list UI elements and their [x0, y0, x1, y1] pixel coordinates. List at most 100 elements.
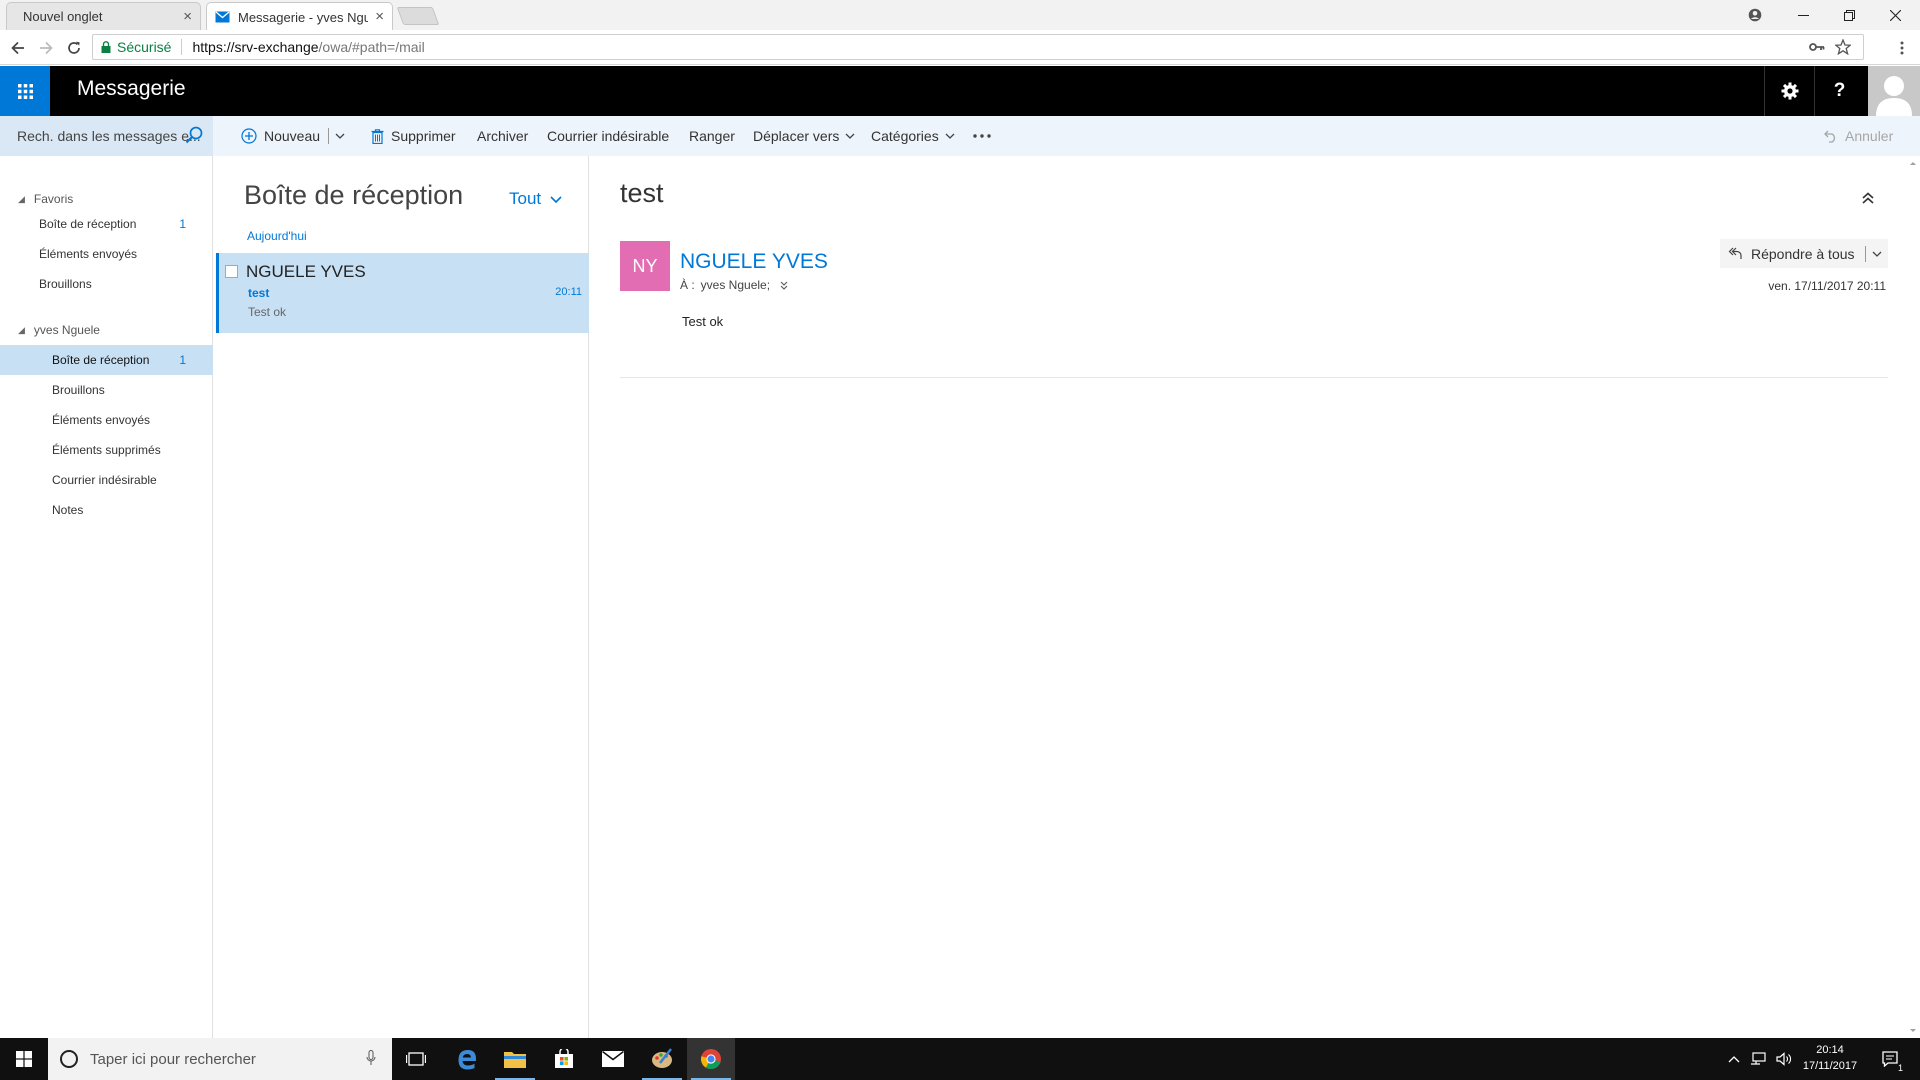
favorites-label: Favoris — [33, 192, 74, 206]
select-checkbox[interactable] — [225, 265, 238, 278]
collapse-thread-button[interactable] — [1862, 192, 1874, 204]
search-input[interactable]: Rech. dans les messages e... — [0, 116, 213, 156]
sender-name[interactable]: NGUELE YVES — [680, 250, 828, 274]
undo-label: Annuler — [1845, 128, 1894, 144]
owa-header: Messagerie ? — [0, 66, 1920, 116]
recipient-name[interactable]: yves Nguele; — [701, 278, 770, 292]
folder-sent[interactable]: Éléments envoyés — [0, 405, 213, 435]
profile-icon[interactable] — [1732, 0, 1778, 30]
bookmark-star-icon[interactable] — [1835, 39, 1851, 55]
new-message-button[interactable]: Nouveau — [241, 116, 345, 156]
filter-label: Tout — [509, 189, 542, 208]
move-to-button[interactable]: Déplacer vers — [753, 116, 855, 156]
chevron-down-icon[interactable] — [335, 133, 345, 139]
address-bar: Sécurisé https://srv-exchange/owa/#path=… — [0, 30, 1920, 65]
trash-icon — [371, 128, 384, 144]
folder-deleted[interactable]: Éléments supprimés — [0, 435, 213, 465]
chevron-down-icon — [845, 133, 855, 139]
person-icon — [1876, 76, 1912, 116]
edge-browser-icon[interactable] — [443, 1038, 491, 1080]
scrollbar[interactable] — [1906, 156, 1920, 1038]
list-title: Boîte de réception — [244, 180, 464, 210]
url-bar[interactable]: Sécurisé https://srv-exchange/owa/#path=… — [92, 34, 1864, 60]
windows-logo-icon — [16, 1051, 32, 1067]
taskbar-clock[interactable]: 20:14 17/11/2017 — [1792, 1042, 1868, 1074]
favorite-folder-drafts[interactable]: Brouillons — [0, 269, 213, 299]
collapse-triangle-icon[interactable]: ◢ — [18, 325, 25, 336]
search-icon[interactable] — [185, 126, 203, 144]
app-launcher-button[interactable] — [0, 66, 50, 116]
back-arrow-icon[interactable] — [6, 36, 30, 60]
task-view-icon[interactable] — [392, 1038, 440, 1080]
new-tab-button[interactable] — [396, 7, 440, 25]
close-window-icon[interactable] — [1872, 0, 1918, 30]
folder-notes[interactable]: Notes — [0, 495, 213, 525]
microphone-icon[interactable] — [366, 1050, 376, 1066]
tab-new-tab[interactable]: Nouvel onglet × — [6, 2, 201, 30]
reply-all-label: Répondre à tous — [1751, 245, 1855, 262]
account-group[interactable]: ◢ yves Nguele — [18, 323, 100, 337]
folder-pane: ◢ Favoris Boîte de réception 1 Éléments … — [0, 156, 213, 1038]
filter-dropdown[interactable]: Tout — [509, 189, 562, 209]
double-chevron-up-icon — [1862, 192, 1874, 204]
store-icon[interactable] — [540, 1038, 588, 1080]
mail-app-icon[interactable] — [589, 1038, 637, 1080]
collapse-triangle-icon[interactable]: ◢ — [18, 194, 25, 205]
archive-button[interactable]: Archiver — [477, 116, 528, 156]
junk-button[interactable]: Courrier indésirable — [547, 116, 669, 156]
chevron-down-icon[interactable] — [1872, 251, 1882, 257]
paint-app-icon[interactable] — [638, 1038, 686, 1080]
recipients-line: À : yves Nguele; — [680, 278, 788, 292]
tab-label: Nouvel onglet — [23, 9, 103, 24]
chevron-up-icon[interactable] — [1728, 1055, 1740, 1063]
favorite-folder-sent[interactable]: Éléments envoyés — [0, 239, 213, 269]
sweep-button[interactable]: Ranger — [689, 116, 735, 156]
help-button[interactable]: ? — [1814, 66, 1864, 116]
close-tab-icon[interactable]: × — [183, 8, 192, 25]
chevron-down-icon — [945, 133, 955, 139]
action-center-button[interactable]: 1 — [1874, 1038, 1906, 1080]
question-mark-icon: ? — [1833, 80, 1846, 101]
mail-icon — [215, 11, 230, 23]
more-actions-button[interactable] — [973, 116, 991, 156]
favorites-group[interactable]: ◢ Favoris — [18, 192, 73, 206]
chrome-app-icon[interactable] — [687, 1038, 735, 1080]
categories-button[interactable]: Catégories — [871, 116, 955, 156]
lock-icon — [101, 41, 111, 53]
file-explorer-icon[interactable] — [491, 1038, 539, 1080]
user-avatar[interactable] — [1868, 66, 1920, 116]
browser-tab-bar: Nouvel onglet × Messagerie - yves Nguele… — [0, 0, 1920, 31]
key-icon[interactable] — [1809, 40, 1825, 54]
message-preview: Test ok — [248, 305, 287, 319]
search-placeholder: Rech. dans les messages e... — [17, 128, 201, 144]
folder-drafts[interactable]: Brouillons — [0, 375, 213, 405]
expand-recipients-icon[interactable] — [780, 281, 788, 290]
list-item[interactable]: NGUELE YVES test 20:11 Test ok — [216, 253, 589, 333]
close-tab-icon[interactable]: × — [375, 8, 384, 25]
folder-junk[interactable]: Courrier indésirable — [0, 465, 213, 495]
clock-time: 20:14 — [1816, 1044, 1844, 1056]
volume-icon[interactable] — [1776, 1052, 1792, 1066]
tab-messagerie[interactable]: Messagerie - yves Nguele × — [206, 2, 393, 31]
favorite-folder-inbox[interactable]: Boîte de réception 1 — [0, 209, 213, 239]
archive-label: Archiver — [477, 128, 529, 144]
minimize-icon[interactable] — [1780, 0, 1826, 30]
taskbar-search-input[interactable]: Taper ici pour rechercher — [48, 1038, 392, 1080]
chrome-menu-icon[interactable] — [1890, 36, 1914, 60]
undo-button[interactable]: Annuler — [1824, 116, 1893, 156]
folder-inbox[interactable]: Boîte de réception 1 — [0, 345, 213, 375]
delete-button[interactable]: Supprimer — [371, 116, 456, 156]
url-path: /owa/#path=/mail — [318, 39, 425, 55]
folder-label: Éléments supprimés — [52, 443, 161, 457]
sender-avatar[interactable]: NY — [620, 241, 670, 291]
ellipsis-icon — [973, 134, 991, 138]
settings-button[interactable] — [1764, 66, 1814, 116]
reply-all-button[interactable]: Répondre à tous — [1720, 239, 1888, 268]
network-icon[interactable] — [1750, 1052, 1766, 1066]
reload-icon[interactable] — [62, 36, 86, 60]
start-button[interactable] — [0, 1038, 48, 1080]
forward-arrow-icon[interactable] — [34, 36, 58, 60]
restore-icon[interactable] — [1826, 0, 1872, 30]
secure-indicator[interactable]: Sécurisé — [101, 39, 171, 55]
delete-label: Supprimer — [391, 128, 456, 144]
